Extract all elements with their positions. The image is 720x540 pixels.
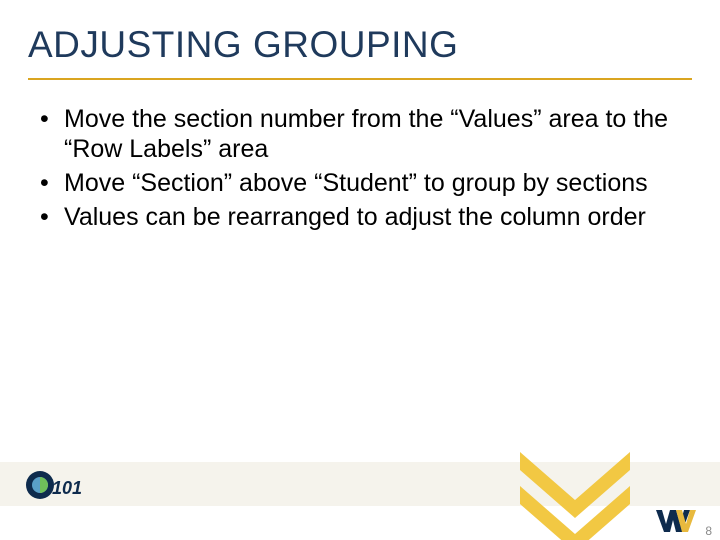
wv-logo-icon <box>654 506 698 536</box>
page-number: 8 <box>705 524 712 538</box>
slide-body: Move the section number from the “Values… <box>28 104 668 236</box>
chevron-down-icon <box>520 452 630 540</box>
course-logo-icon: 101 <box>22 464 82 506</box>
bullet-list: Move the section number from the “Values… <box>28 104 668 232</box>
list-item: Values can be rearranged to adjust the c… <box>28 202 668 232</box>
list-item: Move “Section” above “Student” to group … <box>28 168 668 198</box>
slide-title: ADJUSTING GROUPING <box>28 24 458 66</box>
list-item: Move the section number from the “Values… <box>28 104 668 164</box>
title-underline <box>28 78 692 80</box>
svg-text:101: 101 <box>52 478 82 498</box>
slide: ADJUSTING GROUPING Move the section numb… <box>0 0 720 540</box>
